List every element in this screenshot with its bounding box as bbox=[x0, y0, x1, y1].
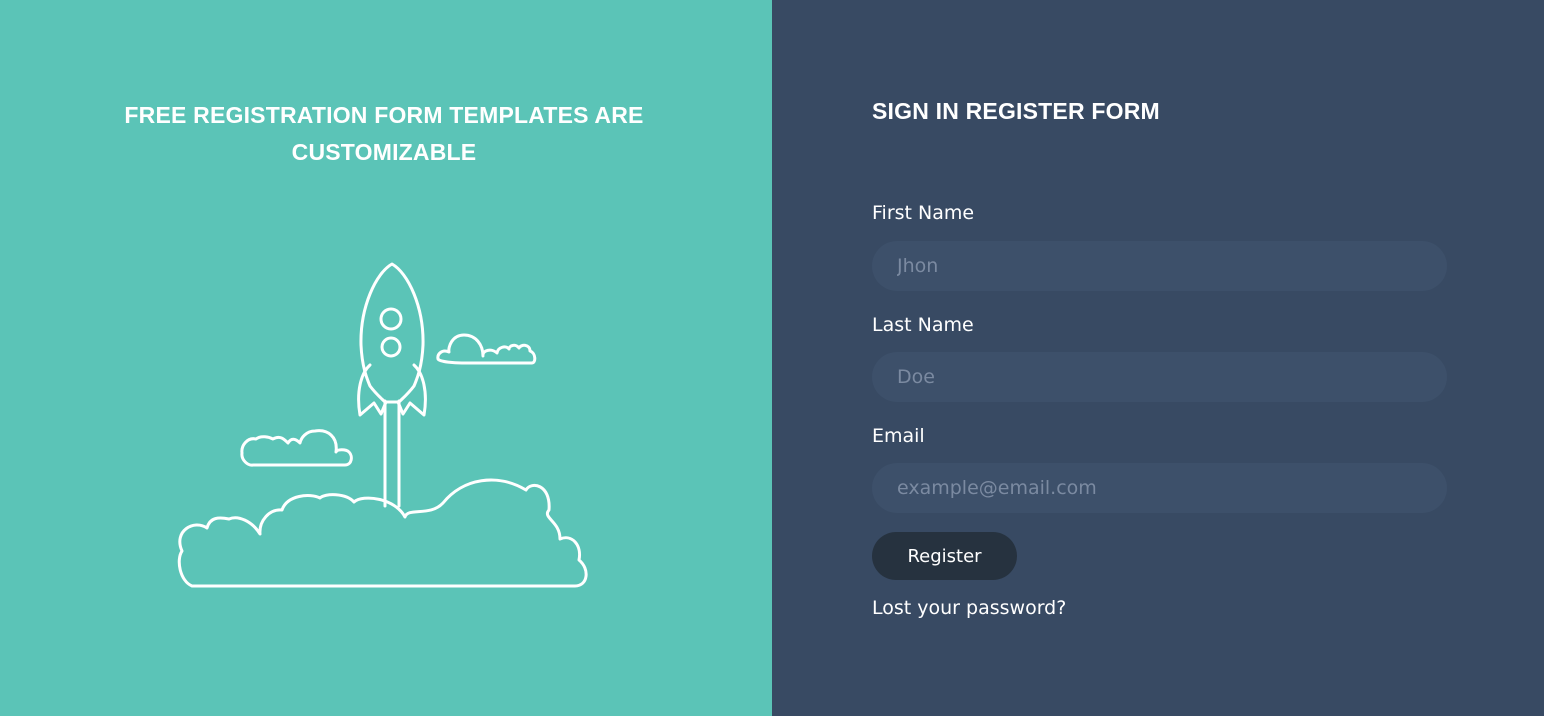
first-name-input[interactable] bbox=[872, 241, 1447, 291]
lost-password-link[interactable]: Lost your password? bbox=[872, 595, 1066, 621]
page: FREE REGISTRATION FORM TEMPLATES ARE CUS… bbox=[0, 0, 1544, 716]
first-name-label: First Name bbox=[872, 202, 975, 224]
last-name-label: Last Name bbox=[872, 314, 974, 336]
promo-heading: FREE REGISTRATION FORM TEMPLATES ARE CUS… bbox=[124, 102, 644, 165]
email-label: Email bbox=[872, 425, 925, 447]
rocket-launch-icon bbox=[177, 262, 588, 588]
last-name-input[interactable] bbox=[872, 352, 1447, 402]
form-title: SIGN IN REGISTER FORM bbox=[872, 98, 1160, 124]
promo-panel: FREE REGISTRATION FORM TEMPLATES ARE CUS… bbox=[0, 0, 772, 716]
register-button[interactable]: Register bbox=[872, 532, 1017, 580]
email-input[interactable] bbox=[872, 463, 1447, 513]
form-panel: SIGN IN REGISTER FORM First Name Last Na… bbox=[772, 0, 1544, 716]
